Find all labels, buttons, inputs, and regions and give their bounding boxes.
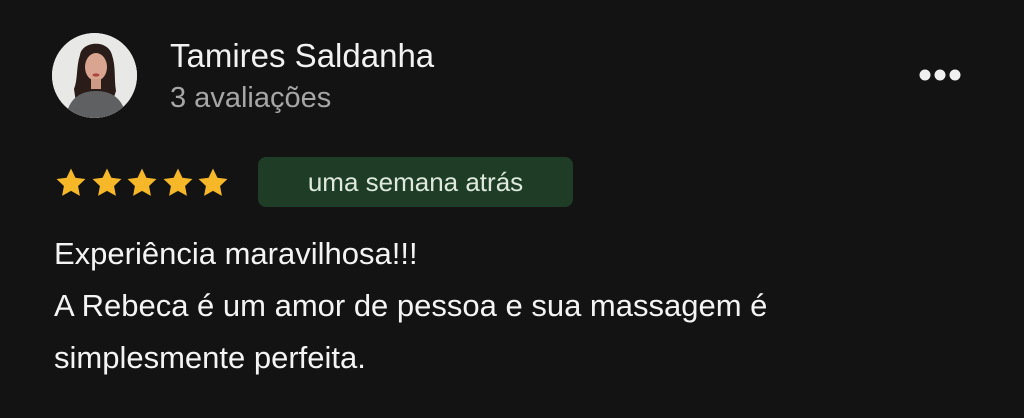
review-count: 3 avaliações: [170, 82, 332, 114]
reviewer-avatar[interactable]: [52, 33, 137, 118]
avatar-photo: [52, 33, 137, 118]
review-text-line: A Rebeca é um amor de pessoa e sua massa…: [54, 288, 768, 323]
star-icon: [198, 168, 228, 196]
more-horizontal-icon: [919, 69, 961, 81]
star-icon: [127, 168, 157, 196]
review-text-line: Experiência maravilhosa!!!: [54, 236, 418, 271]
reviewer-name[interactable]: Tamires Saldanha: [170, 36, 434, 76]
review-time-badge: uma semana atrás: [258, 157, 573, 207]
review-text: Experiência maravilhosa!!! A Rebeca é um…: [54, 228, 974, 384]
review-text-line: simplesmente perfeita.: [54, 340, 366, 375]
star-icon: [92, 168, 121, 196]
star-icon: [56, 168, 86, 196]
review-card: Tamires Saldanha 3 avaliações uma semana…: [0, 0, 1024, 418]
more-options-button[interactable]: [912, 58, 968, 92]
star-icon: [163, 168, 192, 196]
star-rating: [54, 164, 232, 202]
